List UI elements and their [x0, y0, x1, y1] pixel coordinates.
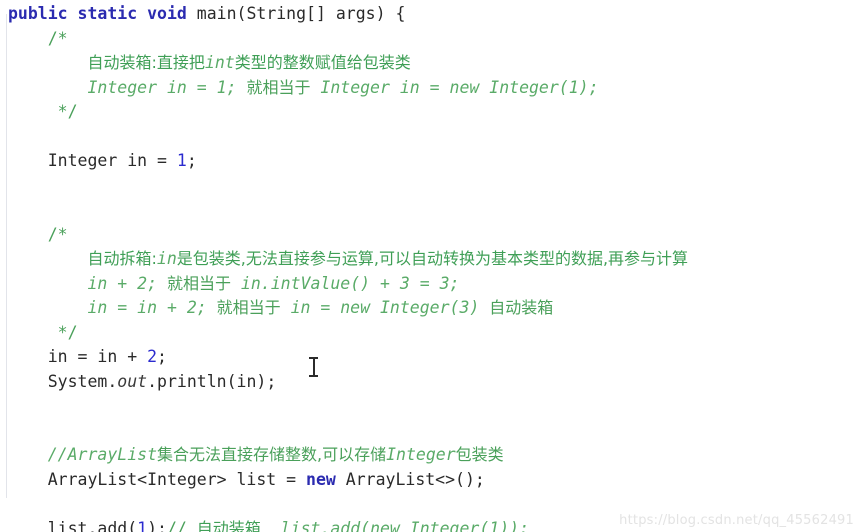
code-token-plain: in = in + [47, 347, 148, 366]
code-token-plain: .println(in); [147, 371, 277, 391]
code-token-cmt-i: Integer [386, 445, 456, 464]
code-token-plain: Integer in = [47, 151, 177, 170]
code-line[interactable] [0, 174, 860, 199]
code-token-cmt: */ [47, 322, 78, 342]
code-token-cmt-cn: 自动装箱 [196, 518, 261, 532]
code-token-cmt-cn-i: 包装类 [455, 445, 504, 464]
code-line[interactable]: in = in + 2; 就相当于 in = new Integer(3) 自动… [0, 296, 860, 321]
code-token-cmt-cn-i: 就相当于 [216, 298, 281, 317]
code-token-kw: void [147, 4, 187, 23]
code-token-cmt-i: list.add(new Integer(1)); [260, 518, 530, 532]
code-token-cmt-cn-i: 自动装箱 [489, 298, 554, 317]
code-token-num: 1 [137, 518, 148, 532]
code-token-cmt-cn-i: 就相当于 [246, 77, 311, 97]
code-token-cmt-i: int [204, 53, 235, 72]
code-token-cmt-cn-i: 集合无法直接存储整数,可以存储 [157, 445, 387, 464]
code-token-cmt-i: in = new Integer(3) [280, 298, 490, 317]
code-line[interactable]: Integer in = 1; [0, 149, 860, 174]
code-token-cmt-i: in [156, 249, 177, 268]
code-token-plain: main(String[] args) { [186, 4, 406, 23]
code-token-plain: ArrayList<Integer> list = [47, 469, 307, 489]
code-token-plain: ArrayList<>(); [335, 469, 485, 489]
code-line[interactable]: */ [0, 321, 860, 346]
code-token-kw: new [306, 469, 336, 489]
code-line[interactable]: in = in + 2; [0, 345, 860, 370]
code-token-plain: ; [186, 151, 197, 170]
code-token-kw: public [8, 4, 68, 23]
code-line[interactable]: Integer in = 1; 就相当于 Integer in = new In… [0, 76, 860, 101]
code-line[interactable]: public static void main(String[] args) { [0, 2, 860, 27]
code-token-cmt-cn: 自动装箱:直接把 [87, 53, 205, 72]
code-token-plain: ); [147, 518, 167, 532]
code-token-cmt: */ [47, 102, 78, 121]
code-line[interactable]: ArrayList<Integer> list = new ArrayList<… [0, 468, 860, 493]
code-token-cmt-i: in + 2; [87, 273, 167, 293]
code-content-area[interactable]: public static void main(String[] args) {… [0, 0, 860, 532]
code-token-cmt-cn: 类型的整数赋值给包装类 [234, 53, 411, 72]
code-line[interactable]: 自动装箱:直接把int类型的整数赋值给包装类 [0, 51, 860, 76]
code-token-cmt-i: Integer in = new Integer(1); [310, 77, 599, 97]
code-token-cmt-i: in = in + 2; [87, 298, 217, 317]
watermark-url: https://blog.csdn.net/qq_45562491 [619, 513, 854, 528]
code-token-cmt-i: in.intValue() + 3 = 3; [230, 273, 460, 293]
code-token-field: out [117, 371, 148, 391]
code-line[interactable]: in + 2; 就相当于 in.intValue() + 3 = 3; [0, 272, 860, 297]
code-line[interactable] [0, 419, 860, 444]
code-token-plain: ; [157, 347, 167, 366]
code-token-cmt-cn: 是包装类,无法直接参与运算,可以自动转换为基本类型的数据,再参与计算 [176, 249, 689, 268]
code-line[interactable]: /* [0, 223, 860, 248]
code-line[interactable] [0, 125, 860, 150]
code-token-cmt: /* [47, 28, 68, 48]
code-editor-screenshot: public static void main(String[] args) {… [0, 0, 860, 532]
code-token-plain: list.add( [47, 518, 138, 532]
code-token-cmt-cn: 自动拆箱: [87, 249, 157, 268]
code-token-cmt: // [166, 518, 197, 532]
code-line[interactable]: System.out.println(in); [0, 370, 860, 395]
code-line[interactable]: //ArrayList集合无法直接存储整数,可以存储Integer包装类 [0, 443, 860, 468]
code-token-plain: System. [47, 371, 118, 391]
code-line[interactable] [0, 198, 860, 223]
code-token-kw: static [77, 4, 138, 23]
code-token-num: 1 [176, 151, 187, 170]
code-token-cmt-cn-i: 就相当于 [166, 273, 231, 293]
code-token-cmt: /* [47, 224, 68, 244]
code-line[interactable]: */ [0, 100, 860, 125]
code-token-cmt-i: //ArrayList [47, 445, 158, 464]
code-token-cmt-i: Integer in = 1; [87, 77, 247, 97]
code-token-num: 2 [147, 347, 158, 366]
code-line[interactable] [0, 394, 860, 419]
code-line[interactable]: /* [0, 27, 860, 52]
code-line[interactable]: 自动拆箱:in是包装类,无法直接参与运算,可以自动转换为基本类型的数据,再参与计… [0, 247, 860, 272]
